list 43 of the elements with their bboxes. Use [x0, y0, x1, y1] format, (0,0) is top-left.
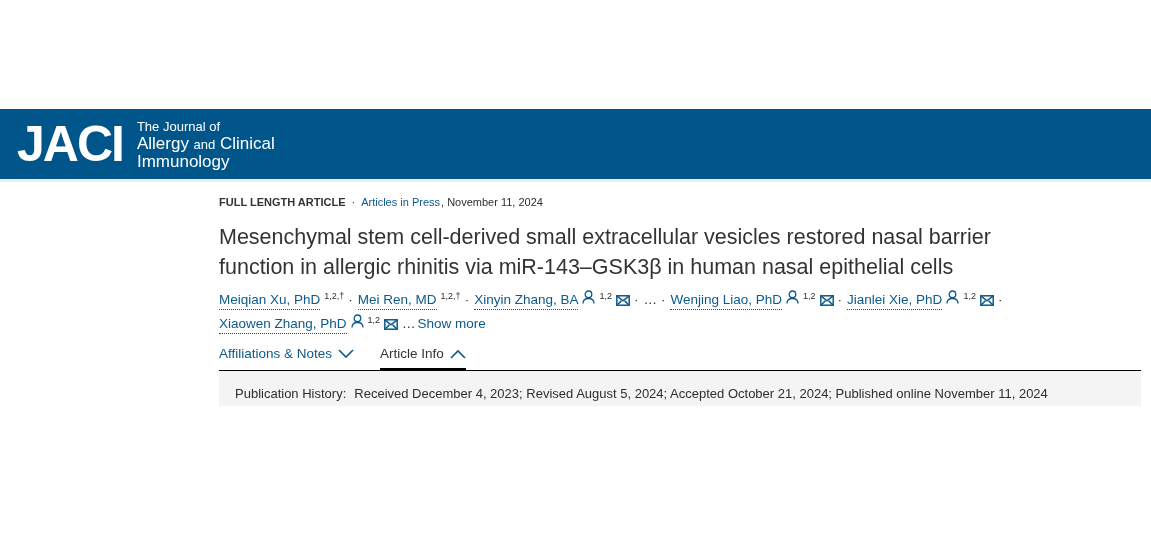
journal-name-line: The Journal of: [136, 118, 222, 135]
ellipsis: …: [643, 291, 657, 309]
chevron-icon: [338, 349, 355, 360]
affiliation-marks: 1,2,†: [324, 290, 345, 302]
issue-link[interactable]: Articles in Press: [361, 193, 441, 211]
separator-dot: ·: [633, 291, 639, 309]
affiliation-marks: 1,2: [599, 290, 612, 302]
person-icon[interactable]: [582, 290, 596, 304]
article-type: FULL LENGTH ARTICLE: [219, 194, 346, 210]
affiliation-marks: 1,2,†: [440, 290, 461, 302]
person-icon[interactable]: [786, 290, 800, 304]
history-label: Publication History:: [235, 385, 347, 404]
chevron-icon: [449, 349, 466, 360]
email-icon[interactable]: [819, 294, 834, 306]
tab[interactable]: Affiliations & Notes: [219, 344, 355, 372]
email-icon[interactable]: [615, 294, 630, 306]
ellipsis: …: [402, 315, 416, 333]
affiliation-marks: 1,2: [963, 290, 976, 302]
separator-dot: ·: [837, 291, 843, 309]
affiliation-marks: 1,2: [803, 290, 816, 302]
article-title: Mesenchymal stem cell-derived small extracellular vesicles restored nasal barrier function in allergic rhinitis via miR-143–GSK3β in human nasal epithelial cells: [219, 224, 992, 281]
separator-dot: ·: [660, 291, 666, 309]
author-link[interactable]: Xiaowen Zhang, PhD: [219, 315, 347, 334]
show-more-link[interactable]: Show more: [417, 312, 486, 336]
journal-logo[interactable]: JACI: [17, 119, 125, 169]
author-link[interactable]: Mei Ren, MD: [357, 291, 437, 310]
affiliation-marks: 1,2: [367, 314, 381, 326]
history-text: Received December 4, 2023; Revised August 5, 2024; Accepted October 21, 2024; Published online November 11, 2024: [354, 385, 1048, 404]
person-icon[interactable]: [946, 290, 960, 304]
journal-name-line: Immunology: [136, 153, 231, 170]
email-icon[interactable]: [384, 318, 399, 330]
author-link[interactable]: Wenjing Liao, PhD: [670, 291, 783, 310]
publication-date: , November 11, 2024: [441, 194, 543, 210]
separator-dot: ·: [348, 291, 353, 309]
email-icon[interactable]: [979, 294, 994, 306]
separator-dot: ·: [997, 291, 1003, 309]
author-link[interactable]: Jianlei Xie, PhD: [847, 291, 943, 310]
journal-name-line: Allergy and Clinical: [136, 135, 275, 153]
author-link[interactable]: Xinyin Zhang, BA: [474, 291, 579, 310]
separator-dot: ·: [351, 194, 356, 210]
person-icon[interactable]: [350, 314, 364, 328]
separator-dot: ·: [464, 291, 470, 309]
author-link[interactable]: Meiqian Xu, PhD: [219, 291, 321, 310]
